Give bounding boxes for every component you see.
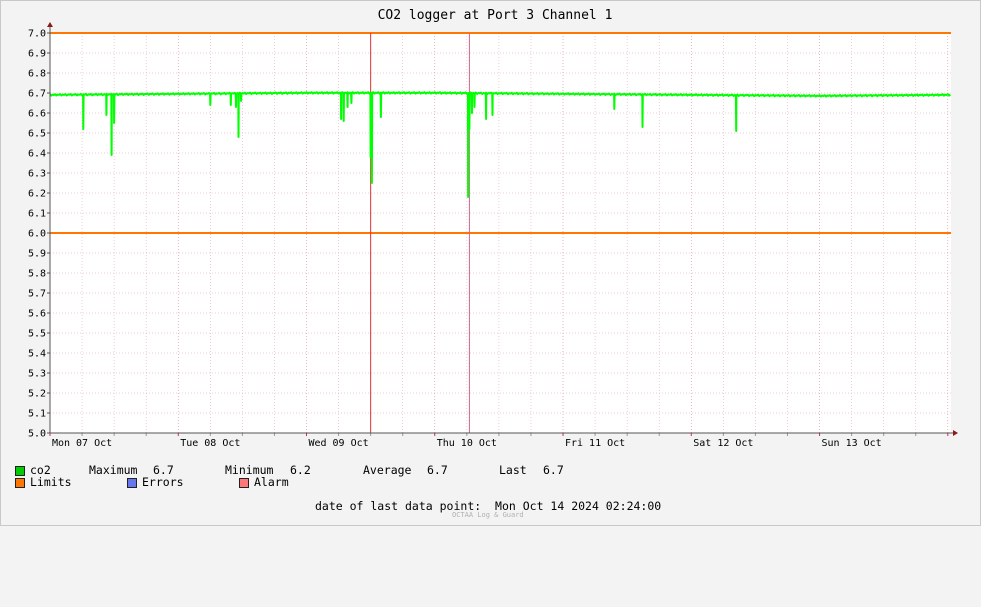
y-tick-label: 6.0 xyxy=(28,229,46,240)
y-tick-label: 5.0 xyxy=(28,429,46,440)
y-tick-label: 5.4 xyxy=(28,349,46,360)
x-tick-label: Tue 08 Oct xyxy=(180,438,240,449)
stat-avg-value: 6.7 xyxy=(427,463,448,477)
y-tick-label: 5.5 xyxy=(28,329,46,340)
y-axis-arrow xyxy=(47,22,53,27)
legend-alarm-label: Alarm xyxy=(254,475,289,489)
x-tick-label: Mon 07 Oct xyxy=(52,438,112,449)
y-tick-label: 6.2 xyxy=(28,189,46,200)
y-tick-label: 6.8 xyxy=(28,69,46,80)
y-tick-label: 6.4 xyxy=(28,149,46,160)
legend-errors-label: Errors xyxy=(142,475,184,489)
x-tick-label: Sat 12 Oct xyxy=(693,438,753,449)
y-tick-label: 5.7 xyxy=(28,289,46,300)
y-tick-label: 5.9 xyxy=(28,249,46,260)
co2-swatch xyxy=(15,466,25,476)
y-tick-label: 6.6 xyxy=(28,109,46,120)
x-tick-label: Thu 10 Oct xyxy=(437,438,497,449)
x-tick-labels: Mon 07 Oct Tue 08 Oct Wed 09 Oct Thu 10 Oct… xyxy=(52,438,882,449)
y-tick-label: 6.9 xyxy=(28,49,46,60)
limits-swatch xyxy=(15,478,25,488)
y-tick-labels: 7.0 6.9 6.8 6.7 6.6 6.5 6.4 6.3 6.2 6.1 6.0 5.9 5.8 5… xyxy=(28,29,46,440)
y-tick-label: 6.3 xyxy=(28,169,46,180)
x-tick-label: Fri 11 Oct xyxy=(565,438,625,449)
stat-avg-label: Average xyxy=(363,463,412,477)
y-tick-label: 5.8 xyxy=(28,269,46,280)
alarm-swatch xyxy=(239,478,249,488)
y-tick-label: 7.0 xyxy=(28,29,46,40)
y-tick-label: 5.3 xyxy=(28,369,46,380)
chart-title: CO2 logger at Port 3 Channel 1 xyxy=(378,8,613,23)
y-tick-label: 5.1 xyxy=(28,409,46,420)
y-tick-label: 6.7 xyxy=(28,89,46,100)
stat-last-label: Last xyxy=(499,463,527,477)
y-tick-label: 6.1 xyxy=(28,209,46,220)
stat-max-label: Maximum xyxy=(89,463,138,477)
x-tick-label: Wed 09 Oct xyxy=(308,438,368,449)
stat-min-value: 6.2 xyxy=(290,463,311,477)
y-tick-label: 6.5 xyxy=(28,129,46,140)
x-tick-label: Sun 13 Oct xyxy=(821,438,881,449)
chart: CO2 logger at Port 3 Channel 1 7.0 6.9 6.8… xyxy=(28,8,958,449)
stat-last-value: 6.7 xyxy=(543,463,564,477)
y-tick-label: 5.2 xyxy=(28,389,46,400)
watermark: OCTAA Log & Guard xyxy=(452,511,524,519)
errors-swatch xyxy=(127,478,137,488)
legend-limits-label: Limits xyxy=(30,475,72,489)
x-axis-arrow xyxy=(953,430,958,436)
y-tick-label: 5.6 xyxy=(28,309,46,320)
legend-row-states: Limits Errors Alarm xyxy=(15,476,289,489)
